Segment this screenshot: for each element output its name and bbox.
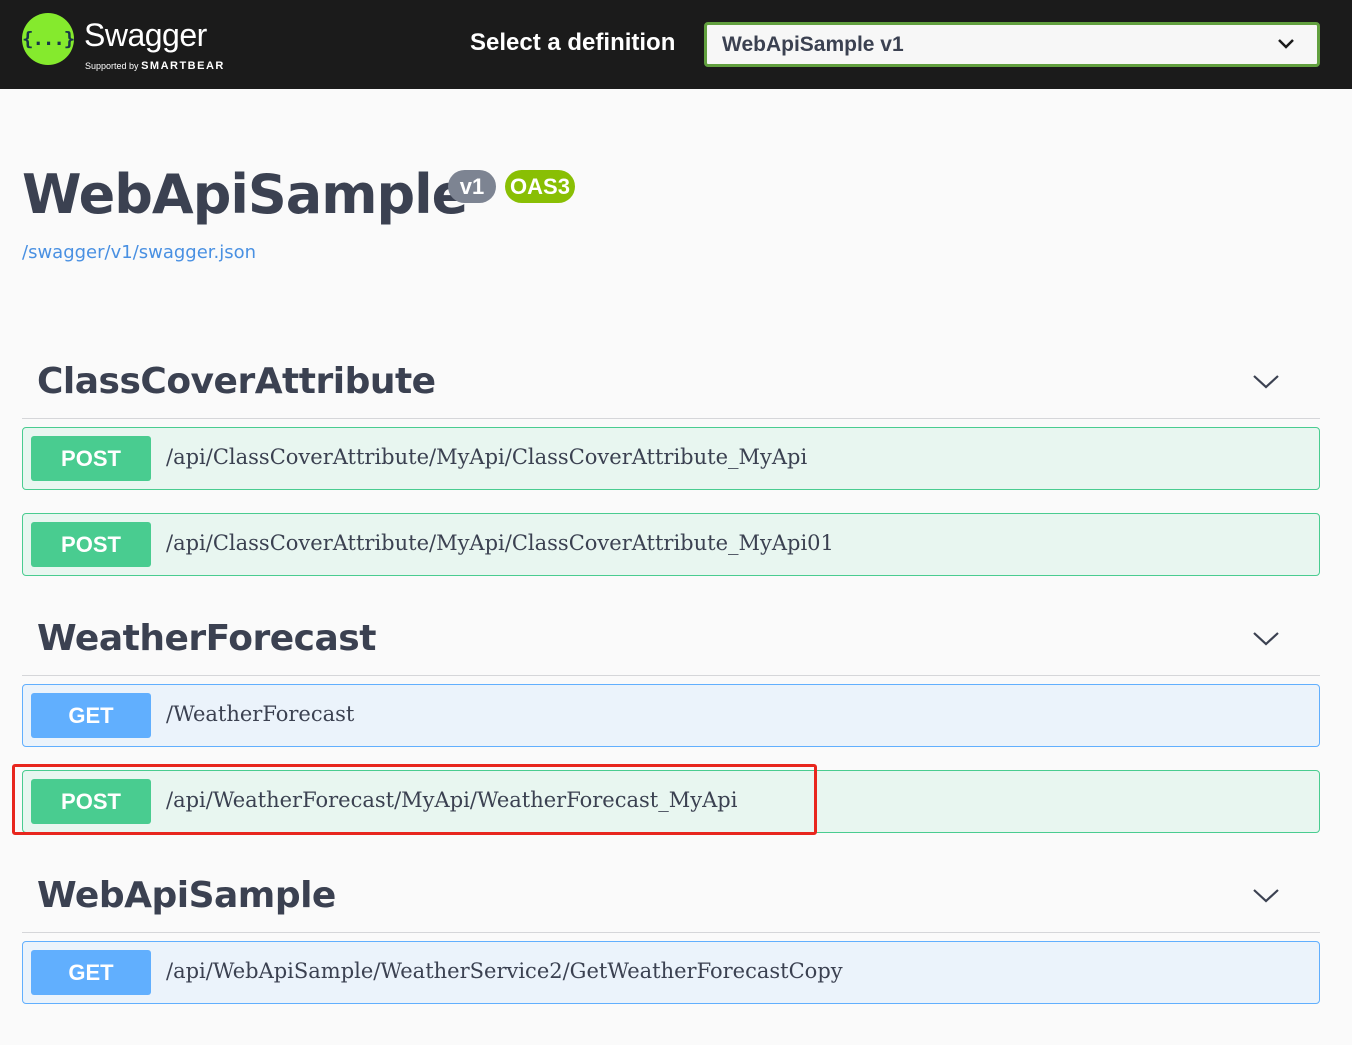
tag-section-header[interactable]: WebApiSample <box>22 861 1320 933</box>
operation-row[interactable]: GET /WeatherForecast <box>22 684 1320 747</box>
chevron-down-icon[interactable] <box>1252 631 1280 647</box>
chevron-down-icon <box>1278 39 1294 49</box>
brand-sub-prefix: Supported by <box>85 61 139 71</box>
method-badge: POST <box>31 522 151 567</box>
definition-select[interactable]: WebApiSample v1 <box>704 22 1320 67</box>
operation-path: /api/WebApiSample/WeatherService2/GetWea… <box>166 959 843 983</box>
operation-row[interactable]: POST /api/ClassCoverAttribute/MyApi/Clas… <box>22 513 1320 576</box>
swagger-logo-icon: {...} <box>22 13 75 65</box>
chevron-down-icon[interactable] <box>1252 374 1280 390</box>
method-badge: POST <box>31 779 151 824</box>
method-badge: GET <box>31 950 151 995</box>
operation-path: /api/WeatherForecast/MyApi/WeatherForeca… <box>166 788 738 812</box>
version-badge: v1 <box>448 170 496 203</box>
operation-row[interactable]: POST /api/WeatherForecast/MyApi/WeatherF… <box>22 770 1320 833</box>
swagger-logo[interactable]: {...} Swagger Supported by SMARTBEAR <box>22 13 242 75</box>
chevron-down-icon[interactable] <box>1252 888 1280 904</box>
operation-path: /api/ClassCoverAttribute/MyApi/ClassCove… <box>166 531 834 555</box>
method-badge: POST <box>31 436 151 481</box>
operation-row[interactable]: POST /api/ClassCoverAttribute/MyApi/Clas… <box>22 427 1320 490</box>
brand-subtitle: Supported by SMARTBEAR <box>85 60 225 72</box>
tag-name: ClassCoverAttribute <box>37 361 436 402</box>
tag-section-header[interactable]: ClassCoverAttribute <box>22 347 1320 419</box>
operation-path: /api/ClassCoverAttribute/MyApi/ClassCove… <box>166 445 808 469</box>
tag-section-header[interactable]: WeatherForecast <box>22 604 1320 676</box>
operation-row[interactable]: GET /api/WebApiSample/WeatherService2/Ge… <box>22 941 1320 1004</box>
tag-name: WeatherForecast <box>37 618 376 659</box>
brand-sub-company: SMARTBEAR <box>141 60 225 72</box>
tag-name: WebApiSample <box>37 875 336 916</box>
operation-path: /WeatherForecast <box>166 702 355 726</box>
method-badge: GET <box>31 693 151 738</box>
spec-link[interactable]: /swagger/v1/swagger.json <box>22 242 256 263</box>
topbar: {...} Swagger Supported by SMARTBEAR Sel… <box>0 0 1352 89</box>
definition-select-value: WebApiSample v1 <box>722 33 904 56</box>
definition-label: Select a definition <box>470 29 676 56</box>
oas-badge: OAS3 <box>505 170 575 203</box>
brand-name: Swagger <box>84 17 207 53</box>
page-title: WebApiSample <box>22 163 468 226</box>
